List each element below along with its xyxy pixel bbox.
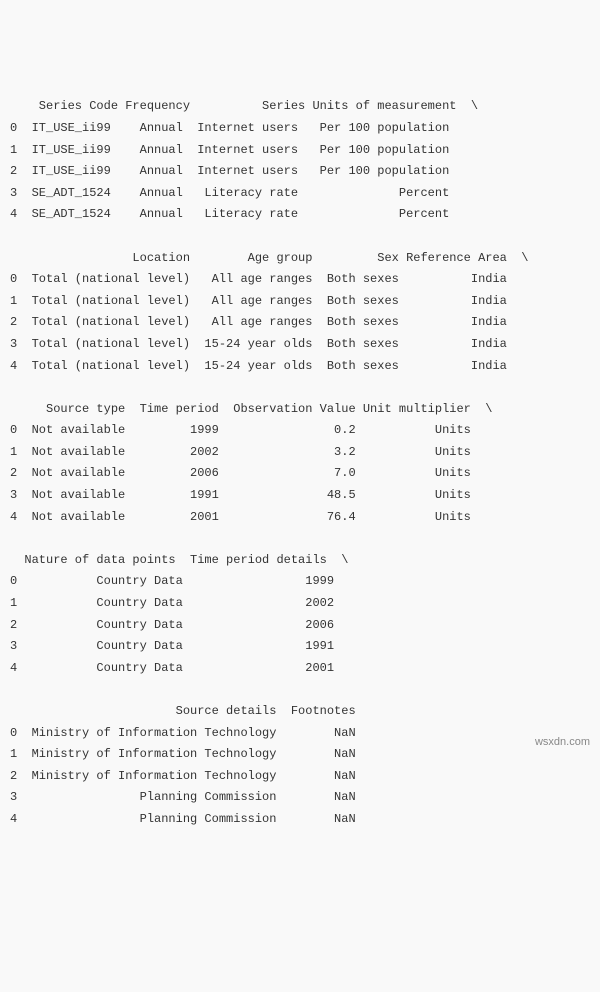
section3-row-4: 4 Not available 2001 76.4 Units (10, 510, 471, 524)
section2-row-1: 1 Total (national level) All age ranges … (10, 294, 507, 308)
section1-row-3: 3 SE_ADT_1524 Annual Literacy rate Perce… (10, 186, 449, 200)
section5-row-4: 4 Planning Commission NaN (10, 812, 356, 826)
section5-row-2: 2 Ministry of Information Technology NaN (10, 769, 356, 783)
section5-row-1: 1 Ministry of Information Technology NaN (10, 747, 356, 761)
section1-header: Series Code Frequency Series Units of me… (10, 99, 478, 113)
section1-row-1: 1 IT_USE_ii99 Annual Internet users Per … (10, 143, 449, 157)
section4-header: Nature of data points Time period detail… (10, 553, 348, 567)
section4-row-0: 0 Country Data 1999 (10, 574, 334, 588)
section1-row-0: 0 IT_USE_ii99 Annual Internet users Per … (10, 121, 449, 135)
section1-row-2: 2 IT_USE_ii99 Annual Internet users Per … (10, 164, 449, 178)
section3-row-2: 2 Not available 2006 7.0 Units (10, 466, 471, 480)
section3-row-3: 3 Not available 1991 48.5 Units (10, 488, 471, 502)
section3-row-0: 0 Not available 1999 0.2 Units (10, 423, 471, 437)
section3-header: Source type Time period Observation Valu… (10, 402, 492, 416)
section5-header: Source details Footnotes (10, 704, 356, 718)
section2-row-0: 0 Total (national level) All age ranges … (10, 272, 507, 286)
section3-row-1: 1 Not available 2002 3.2 Units (10, 445, 471, 459)
section4-row-4: 4 Country Data 2001 (10, 661, 334, 675)
dataframe-output: Series Code Frequency Series Units of me… (10, 96, 590, 830)
section2-row-4: 4 Total (national level) 15-24 year olds… (10, 359, 507, 373)
section2-header: Location Age group Sex Reference Area \ (10, 251, 528, 265)
section5-row-0: 0 Ministry of Information Technology NaN (10, 726, 356, 740)
section5-row-3: 3 Planning Commission NaN (10, 790, 356, 804)
watermark-label: wsxdn.com (535, 733, 590, 753)
section1-row-4: 4 SE_ADT_1524 Annual Literacy rate Perce… (10, 207, 449, 221)
section4-row-3: 3 Country Data 1991 (10, 639, 334, 653)
section4-row-1: 1 Country Data 2002 (10, 596, 334, 610)
section2-row-2: 2 Total (national level) All age ranges … (10, 315, 507, 329)
section2-row-3: 3 Total (national level) 15-24 year olds… (10, 337, 507, 351)
section4-row-2: 2 Country Data 2006 (10, 618, 334, 632)
